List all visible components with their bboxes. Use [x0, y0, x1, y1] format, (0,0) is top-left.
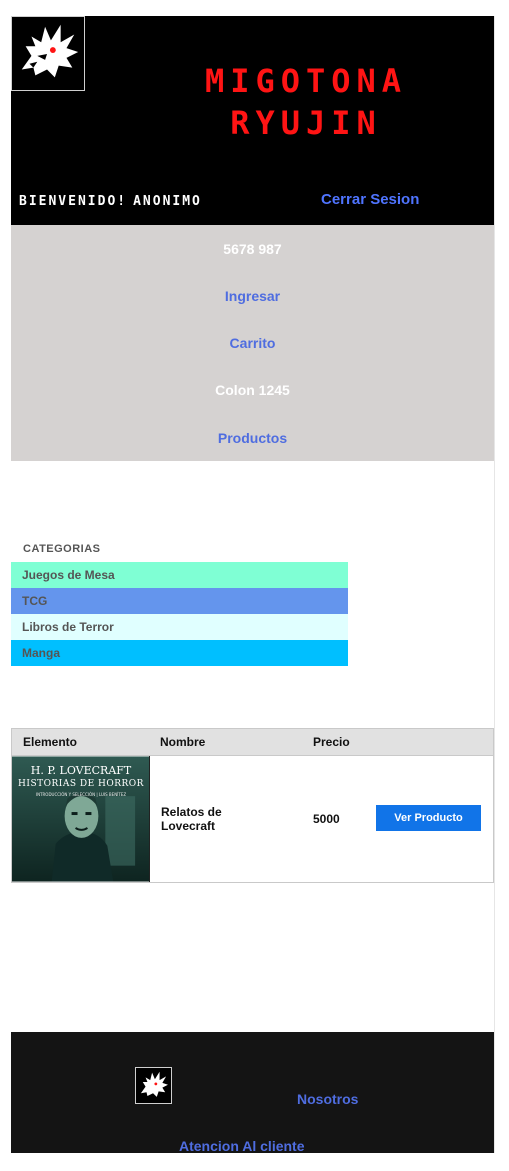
header-precio: Precio [313, 735, 350, 749]
category-item-manga[interactable]: Manga [11, 640, 348, 666]
scroll-edge [494, 16, 495, 1153]
cover-subtitle: HISTORIAS DE HORROR [18, 779, 144, 789]
view-product-button[interactable]: Ver Producto [376, 805, 481, 831]
nav-address: Colon 1245 [215, 382, 290, 398]
brand-title: MIGOTONA RYUJIN [136, 60, 476, 144]
user-name: ANONIMO [133, 194, 202, 209]
nav-cart-link[interactable]: Carrito [11, 335, 494, 351]
categories-list: Juegos de Mesa TCG Libros de Terror Mang… [11, 562, 348, 666]
cover-small: INTRODUCCIÓN Y SELECCIÓN | LUIS BENÍTEZ [35, 792, 127, 797]
nav-login-link[interactable]: Ingresar [11, 288, 494, 304]
categories-title: CATEGORIAS [23, 543, 101, 555]
welcome-message: BIENVENIDO! ANONIMO [19, 194, 202, 209]
category-item-juegos-de-mesa[interactable]: Juegos de Mesa [11, 562, 348, 588]
table-row: H. P. LOVECRAFT HISTORIAS DE HORROR INTR… [12, 756, 493, 882]
product-name: Relatos de Lovecraft [161, 805, 222, 833]
footer: Nosotros Atencion Al cliente [11, 1032, 494, 1154]
product-name-line-1: Relatos de [161, 805, 222, 819]
nav-products-link[interactable]: Productos [11, 430, 494, 446]
product-name-line-2: Lovecraft [161, 819, 216, 833]
header-nombre: Nombre [160, 735, 206, 749]
product-image: H. P. LOVECRAFT HISTORIAS DE HORROR INTR… [12, 756, 150, 882]
category-item-tcg[interactable]: TCG [11, 588, 348, 614]
footer-support-link[interactable]: Atencion Al cliente [179, 1138, 305, 1154]
cover-title: H. P. LOVECRAFT [30, 764, 132, 777]
category-item-libros-de-terror[interactable]: Libros de Terror [11, 614, 348, 640]
dragon-head-icon[interactable] [135, 1067, 172, 1104]
brand-line-1: MIGOTONA [204, 62, 408, 100]
header: MIGOTONA RYUJIN BIENVENIDO! ANONIMO Cerra… [11, 16, 494, 225]
table-header: Elemento Nombre Precio [12, 729, 493, 756]
nav-menu: 5678 987 Ingresar Carrito Colon 1245 Pro… [11, 225, 494, 461]
products-table: Elemento Nombre Precio H. P. LOVECRAFT H… [11, 728, 494, 883]
footer-about-link[interactable]: Nosotros [297, 1091, 358, 1107]
welcome-label: BIENVENIDO! [19, 194, 128, 209]
logout-link[interactable]: Cerrar Sesion [321, 191, 419, 208]
brand-line-2: RYUJIN [230, 104, 382, 142]
product-price: 5000 [313, 812, 340, 826]
dragon-head-icon[interactable] [11, 16, 85, 91]
header-elemento: Elemento [23, 735, 78, 749]
nav-phone: 5678 987 [223, 241, 282, 257]
page: MIGOTONA RYUJIN BIENVENIDO! ANONIMO Cerra… [11, 16, 494, 1154]
